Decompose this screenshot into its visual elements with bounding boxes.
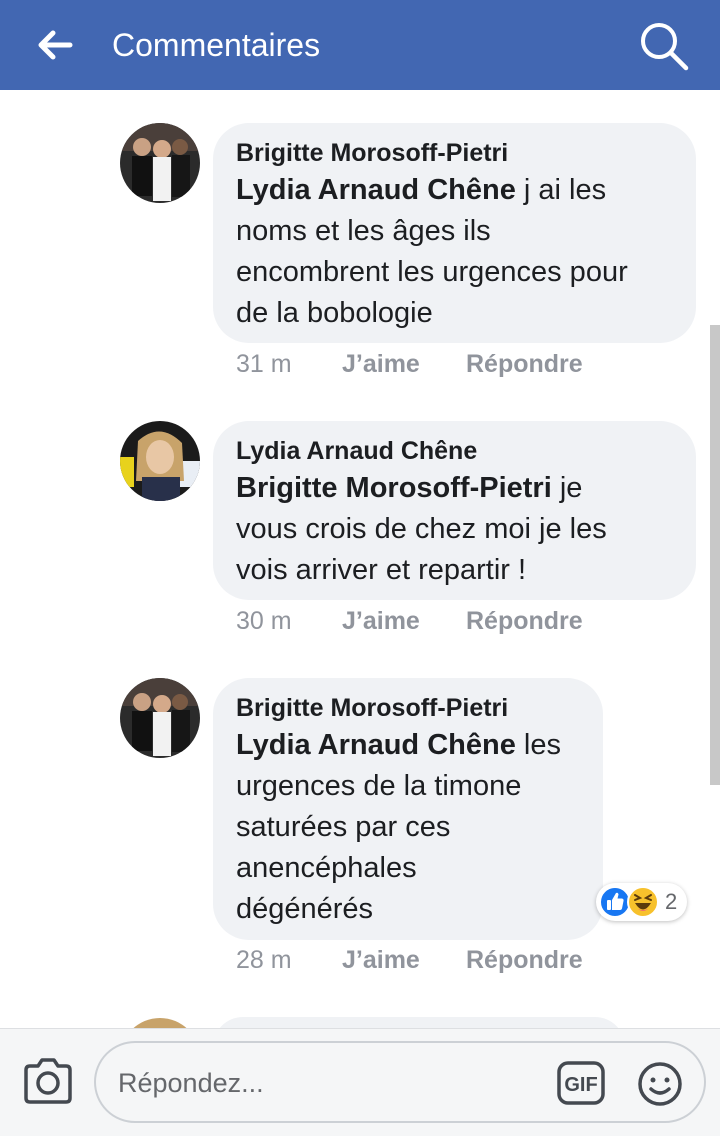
comment-line: j ai les	[515, 174, 607, 206]
comment-line: vous crois de chez moi je les	[236, 513, 607, 545]
camera-icon	[24, 1058, 72, 1104]
comment-line: vois arriver et repartir !	[236, 554, 527, 586]
comment-line: les	[515, 729, 561, 761]
gif-icon: GIF	[557, 1061, 605, 1105]
mention-link[interactable]: Brigitte Morosoff-Pietri	[236, 472, 552, 504]
mention-link[interactable]: Lydia Arnaud Chêne	[236, 729, 516, 761]
like-button[interactable]: J’aime	[342, 944, 466, 976]
reaction-summary[interactable]: 2	[596, 883, 688, 921]
comment-author[interactable]: Brigitte Morosoff-Pietri	[236, 692, 581, 724]
gif-label: GIF	[564, 1074, 597, 1096]
comment-time: 28 m	[236, 946, 292, 974]
page-title: Commentaires	[112, 27, 321, 63]
search-icon	[641, 23, 689, 71]
comment-line: je	[551, 472, 583, 504]
avatar[interactable]	[120, 123, 200, 203]
comment-list: Brigitte Morosoff-Pietri Lydia Arnaud Ch…	[0, 90, 720, 1028]
avatar[interactable]	[120, 1018, 200, 1028]
reply-button[interactable]: Répondre	[466, 605, 583, 637]
reaction-count: 2	[665, 889, 678, 914]
reply-input[interactable]: Répondez... GIF	[94, 1041, 706, 1123]
comment-line: saturées par ces	[236, 811, 451, 843]
back-button[interactable]	[32, 22, 78, 68]
comment-meta: 31 m J’aime Répondre	[236, 348, 583, 380]
comment-line: dégénérés	[236, 893, 374, 925]
comment-bubble: Brigitte Morosoff-Pietri Lydia Arnaud Ch…	[213, 123, 696, 343]
comment-line: encombrent les urgences pour	[236, 256, 628, 288]
comment-line: de la bobologie	[236, 297, 433, 329]
comment-meta: 28 m J’aime Répondre	[236, 944, 583, 976]
comment-line: urgences de la timone	[236, 770, 522, 802]
mention-link[interactable]: Lydia Arnaud Chêne	[236, 174, 516, 206]
comment-bubble	[213, 1017, 625, 1028]
camera-button[interactable]	[20, 1056, 76, 1106]
comment-text: Lydia Arnaud Chêne les urgences de la ti…	[236, 725, 581, 930]
comment-text: Brigitte Morosoff-Pietri je vous crois d…	[236, 468, 674, 591]
comment-text: Lydia Arnaud Chêne j ai les noms et les …	[236, 170, 674, 334]
like-button[interactable]: J’aime	[342, 605, 466, 637]
app-header: Commentaires	[0, 0, 720, 90]
comment-time: 30 m	[236, 607, 292, 635]
comment-time: 31 m	[236, 350, 292, 378]
comment-author[interactable]: Brigitte Morosoff-Pietri	[236, 137, 674, 169]
reply-button[interactable]: Répondre	[466, 348, 583, 380]
like-button[interactable]: J’aime	[342, 348, 466, 380]
arrow-left-icon	[38, 30, 73, 60]
comments-screen: Commentaires Brigitte Morosoff-Pietri Ly…	[0, 0, 720, 1136]
comment-author[interactable]: Lydia Arnaud Chêne	[236, 435, 674, 467]
haha-reaction-icon	[627, 886, 659, 918]
avatar[interactable]	[120, 421, 200, 501]
search-button[interactable]	[636, 18, 692, 74]
comment-meta: 30 m J’aime Répondre	[236, 605, 583, 637]
emoji-button[interactable]	[636, 1060, 684, 1108]
reply-button[interactable]: Répondre	[466, 944, 583, 976]
gif-button[interactable]: GIF	[556, 1060, 606, 1106]
comment-bubble: Brigitte Morosoff-Pietri Lydia Arnaud Ch…	[213, 678, 603, 940]
comment-bubble: Lydia Arnaud Chêne Brigitte Morosoff-Pie…	[213, 421, 696, 600]
avatar[interactable]	[120, 678, 200, 758]
comment-line: anencéphales	[236, 852, 417, 884]
reply-placeholder: Répondez...	[118, 1068, 264, 1098]
scrollbar[interactable]	[710, 325, 720, 785]
reply-composer: Répondez... GIF	[0, 1028, 720, 1136]
comment-line: noms et les âges ils	[236, 215, 491, 247]
smiley-icon	[638, 1062, 682, 1106]
